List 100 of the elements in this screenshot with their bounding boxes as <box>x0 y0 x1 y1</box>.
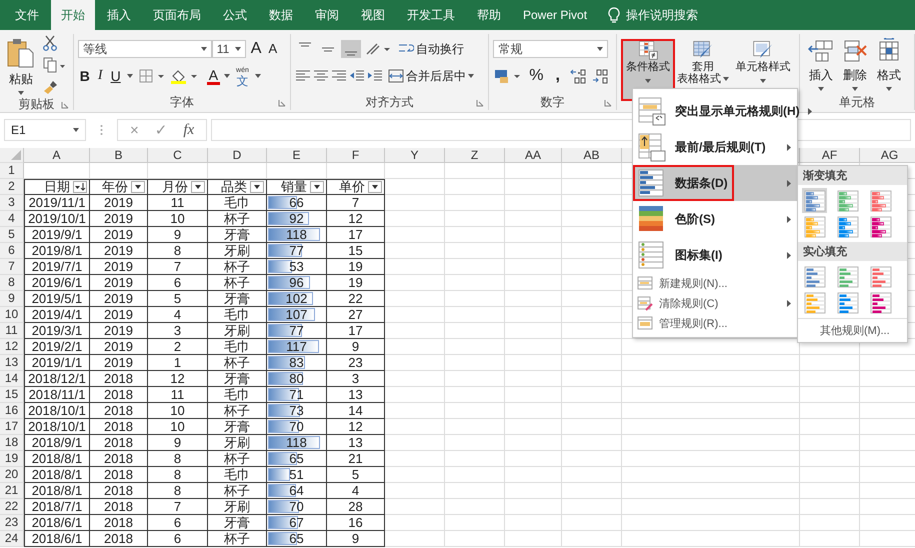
row-header[interactable]: 9 <box>0 291 24 307</box>
row-header[interactable]: 23 <box>0 515 24 531</box>
increase-indent-icon[interactable] <box>366 69 383 83</box>
align-lines-icon[interactable] <box>294 69 311 83</box>
row-header[interactable]: 16 <box>0 403 24 419</box>
filter-button[interactable] <box>368 181 382 193</box>
format-cells-button[interactable]: 格式 <box>872 38 906 90</box>
column-header[interactable]: A <box>24 148 90 163</box>
decrease-indent-icon[interactable] <box>348 69 365 83</box>
filter-button[interactable] <box>191 181 205 193</box>
paste-button[interactable]: 粘贴 <box>4 36 38 94</box>
table-cell: 毛巾 <box>208 339 267 355</box>
wrap-text-button[interactable]: 自动换行 <box>398 40 464 58</box>
ribbon-tab[interactable]: 数据 <box>259 0 303 30</box>
ribbon-tab[interactable]: 插入 <box>97 0 141 30</box>
ribbon-tab[interactable]: 页面布局 <box>143 0 211 30</box>
increase-font-size-button[interactable]: A <box>248 40 264 58</box>
increase-decimal-icon[interactable] <box>570 68 588 84</box>
row-header[interactable]: 14 <box>0 371 24 387</box>
ribbon-tab[interactable]: 公式 <box>213 0 257 30</box>
column-header[interactable]: AF <box>800 148 860 163</box>
table-cell: 15 <box>327 243 385 259</box>
caret-icon <box>760 79 766 83</box>
column-header[interactable]: E <box>267 148 327 163</box>
comma-style-button[interactable]: , <box>550 67 566 85</box>
dialog-launcher-icon[interactable] <box>476 99 484 107</box>
decrease-font-size-button[interactable]: A <box>266 40 280 58</box>
row-header[interactable]: 2 <box>0 179 24 195</box>
row-header[interactable]: 20 <box>0 467 24 483</box>
filter-button[interactable] <box>131 181 145 193</box>
font-name-field[interactable]: 等线 <box>78 40 212 58</box>
align-lines-icon[interactable] <box>330 69 347 83</box>
row-header[interactable]: 15 <box>0 387 24 403</box>
ribbon-tab[interactable]: 开发工具 <box>397 0 465 30</box>
name-box[interactable]: E1 <box>4 119 86 141</box>
sort-filter-button[interactable] <box>73 181 87 193</box>
row-header[interactable]: 7 <box>0 259 24 275</box>
cut-button[interactable] <box>42 34 58 52</box>
menu-item[interactable]: 最前/最后规则(T) <box>633 129 797 165</box>
menu-item[interactable]: 管理规则(R)... <box>633 313 797 333</box>
row-header[interactable]: 22 <box>0 499 24 515</box>
column-header[interactable]: AB <box>562 148 622 163</box>
row-header[interactable]: 18 <box>0 435 24 451</box>
font-color-button[interactable]: A <box>206 68 220 84</box>
ribbon-tab[interactable]: 视图 <box>351 0 395 30</box>
filter-button[interactable] <box>310 181 324 193</box>
filter-button[interactable] <box>250 181 264 193</box>
menu-item[interactable]: 新建规则(N)... <box>633 273 797 293</box>
ribbon-tab[interactable]: Power Pivot <box>513 0 598 30</box>
row-header[interactable]: 3 <box>0 195 24 211</box>
ribbon-tab[interactable]: 文件 <box>5 0 49 30</box>
row-header[interactable]: 24 <box>0 531 24 547</box>
dialog-launcher-icon[interactable] <box>604 99 612 107</box>
insert-function-button[interactable]: fx <box>183 122 194 138</box>
font-size-field[interactable]: 11 <box>212 40 246 58</box>
copy-button[interactable] <box>42 56 66 74</box>
column-header[interactable]: C <box>148 148 208 163</box>
dialog-launcher-icon[interactable] <box>278 99 286 107</box>
percent-button[interactable]: % <box>527 67 546 85</box>
menu-item[interactable]: 色阶(S) <box>633 201 797 237</box>
column-header[interactable]: Y <box>385 148 445 163</box>
insert-cells-button[interactable]: 插入 <box>804 38 838 90</box>
row-header[interactable]: 17 <box>0 419 24 435</box>
row-header[interactable]: 5 <box>0 227 24 243</box>
more-rules-item[interactable]: 其他规则(M)... <box>798 318 907 342</box>
ribbon-tab[interactable]: 帮助 <box>467 0 511 30</box>
format-painter-button[interactable] <box>42 78 60 96</box>
column-header[interactable]: Z <box>445 148 505 163</box>
row-header[interactable]: 13 <box>0 355 24 371</box>
decrease-decimal-icon[interactable] <box>592 68 610 84</box>
row-header[interactable]: 21 <box>0 483 24 499</box>
bold-button[interactable]: B <box>78 67 92 85</box>
vertical-align-button[interactable] <box>340 40 361 58</box>
menu-item[interactable]: 图标集(I) <box>633 237 797 273</box>
row-header[interactable]: 4 <box>0 211 24 227</box>
row-header[interactable]: 1 <box>0 163 24 179</box>
column-header[interactable]: B <box>90 148 148 163</box>
column-header[interactable]: D <box>208 148 267 163</box>
merge-center-button[interactable]: 合并后居中 <box>388 68 474 84</box>
underline-button[interactable]: U <box>108 67 123 85</box>
menu-item[interactable]: 数据条(D) <box>633 165 797 201</box>
drag-handle-icon[interactable] <box>100 124 103 136</box>
number-format-field[interactable]: 常规 <box>493 40 608 58</box>
column-header[interactable]: AA <box>505 148 562 163</box>
row-header[interactable]: 10 <box>0 307 24 323</box>
delete-cells-button[interactable]: 删除 <box>838 38 872 90</box>
column-header[interactable]: F <box>327 148 385 163</box>
row-header[interactable]: 19 <box>0 451 24 467</box>
ribbon-tab[interactable]: 开始 <box>51 0 95 30</box>
column-header[interactable]: AG <box>860 148 915 163</box>
row-header[interactable]: 12 <box>0 339 24 355</box>
row-header[interactable]: 8 <box>0 275 24 291</box>
align-lines-icon[interactable] <box>312 69 329 83</box>
menu-item[interactable]: 清除规则(C) <box>633 293 797 313</box>
ribbon-tab[interactable]: 审阅 <box>305 0 349 30</box>
row-header[interactable]: 6 <box>0 243 24 259</box>
tell-me-search-button[interactable]: 操作说明搜索 <box>598 0 708 30</box>
row-header[interactable]: 11 <box>0 323 24 339</box>
dialog-launcher-icon[interactable] <box>60 101 69 109</box>
italic-button[interactable]: I <box>96 67 105 85</box>
